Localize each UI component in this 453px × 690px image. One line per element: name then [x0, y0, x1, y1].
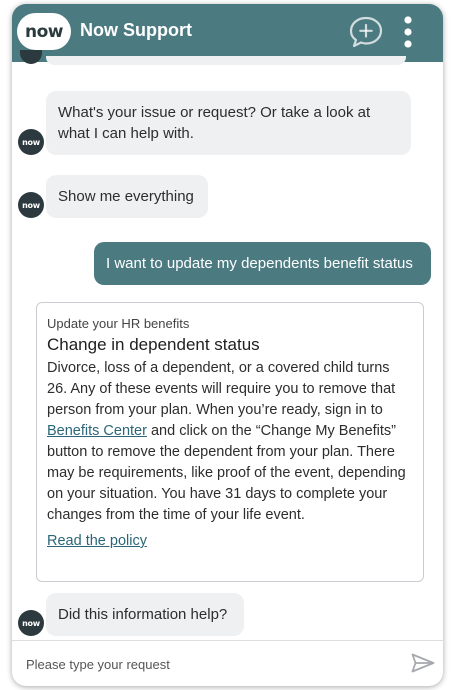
composer — [12, 641, 443, 686]
previous-avatar-fragment — [20, 50, 42, 64]
chat-plus-icon[interactable] — [348, 15, 384, 49]
avatar-text: now — [22, 200, 40, 210]
logo-text: now — [25, 21, 64, 42]
bot-message-bubble: Did this information help? — [46, 593, 244, 636]
hr-benefits-card: Update your HR benefits Change in depend… — [36, 302, 424, 582]
read-policy-link[interactable]: Read the policy — [47, 533, 147, 549]
message-text: What's your issue or request? Or take a … — [58, 104, 371, 142]
card-eyebrow: Update your HR benefits — [47, 316, 190, 331]
now-logo: now — [17, 13, 71, 50]
avatar-text: now — [22, 137, 40, 147]
message-text: I want to update my dependents benefit s… — [106, 255, 413, 272]
bot-avatar: now — [18, 192, 44, 218]
card-title: Change in dependent status — [47, 335, 260, 354]
message-text: Did this information help? — [58, 606, 228, 623]
header-title: Now Support — [80, 20, 192, 40]
user-message-bubble: I want to update my dependents benefit s… — [94, 242, 431, 285]
previous-message-fragment — [46, 56, 406, 65]
card-body-text: Divorce, loss of a dependent, or a cover… — [47, 360, 396, 418]
bot-avatar: now — [18, 610, 44, 636]
bot-avatar: now — [18, 129, 44, 155]
bot-message-bubble: Show me everything — [46, 175, 208, 218]
bot-message-bubble: What's your issue or request? Or take a … — [46, 91, 411, 155]
card-body: Divorce, loss of a dependent, or a cover… — [47, 358, 413, 526]
request-input[interactable] — [24, 649, 398, 679]
message-list[interactable]: What's your issue or request? Or take a … — [12, 50, 443, 640]
benefits-center-link[interactable]: Benefits Center — [47, 423, 147, 439]
avatar-text: now — [22, 618, 40, 628]
send-icon[interactable] — [411, 653, 435, 673]
chat-header: now Now Support — [12, 4, 443, 62]
message-text: Show me everything — [58, 188, 194, 205]
vertical-dots-icon[interactable] — [401, 15, 415, 49]
chat-window: now Now Support What's your issue or req… — [12, 4, 443, 686]
